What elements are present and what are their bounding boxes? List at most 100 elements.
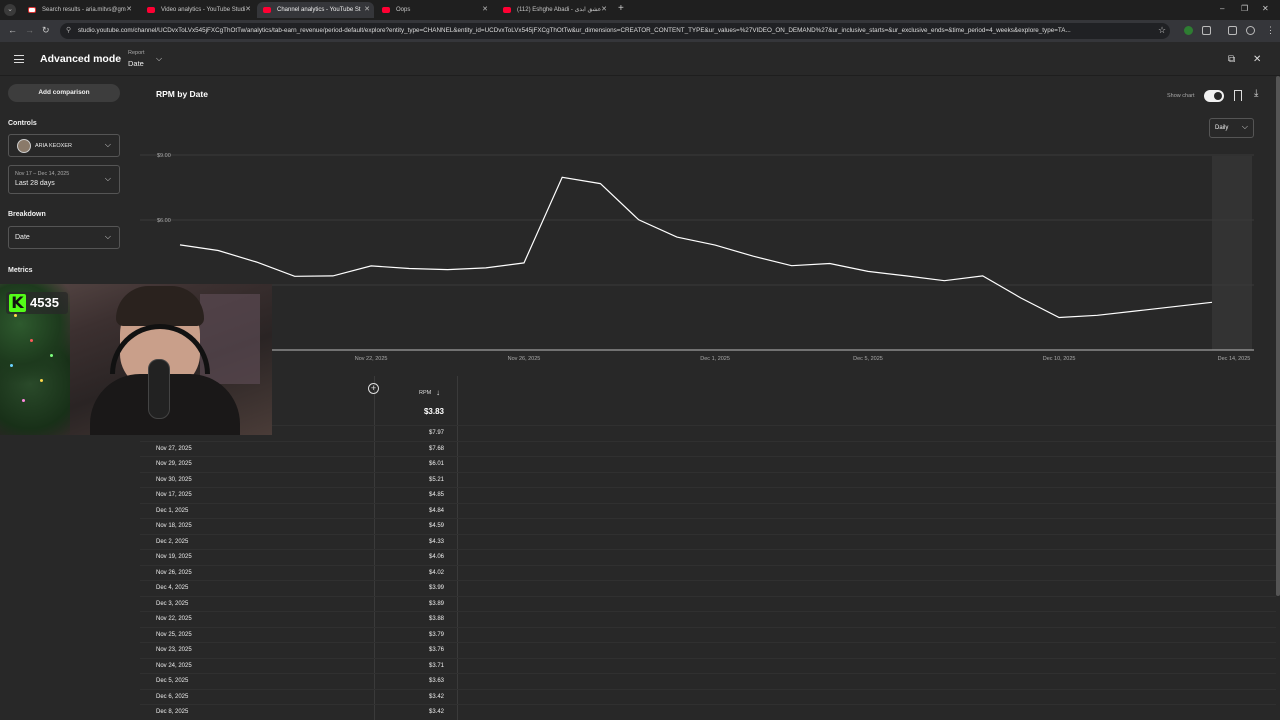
kick-logo-icon: K [9, 294, 26, 312]
table-row[interactable]: Dec 6, 2025 $3.42 [140, 688, 1276, 705]
row-rpm-value: $3.88 [428, 616, 444, 622]
table-row[interactable]: Nov 23, 2025 $3.76 [140, 642, 1276, 658]
feedback-icon[interactable]: ⧉ [1228, 54, 1235, 65]
row-rpm-value: $4.02 [428, 569, 444, 576]
restore-icon[interactable]: ❐ [1241, 4, 1248, 13]
close-icon[interactable]: ✕ [364, 2, 370, 18]
table-row[interactable]: Nov 19, 2025 $4.06 [140, 549, 1276, 565]
row-rpm-value: $4.06 [428, 554, 444, 560]
table-row[interactable]: Nov 25, 2025 $3.79 [140, 626, 1276, 643]
tab-oops[interactable]: Oops ✕ [376, 2, 492, 18]
chevron-down-icon: ⌵ [104, 140, 111, 149]
close-icon[interactable]: ✕ [1253, 54, 1261, 65]
profile-icon[interactable] [1246, 26, 1255, 35]
add-metric-icon[interactable]: + [368, 383, 379, 394]
close-icon[interactable]: ✕ [601, 2, 607, 18]
row-date: Dec 4, 2025 [156, 585, 189, 591]
table-row[interactable]: Dec 4, 2025 $3.99 [140, 580, 1276, 596]
row-date: Nov 25, 2025 [156, 631, 192, 638]
report-selector[interactable]: Date [128, 59, 144, 68]
window-close-icon[interactable]: ✕ [1262, 4, 1269, 13]
table-row[interactable]: Nov 26, 2025 $4.02 [140, 564, 1276, 581]
tab-video-analytics[interactable]: Video analytics - YouTube Studi ✕ [141, 2, 255, 18]
tab-eshghe-abadi[interactable]: (112) Eshghe Abadi - عشق ابدی ✕ [497, 2, 611, 18]
browser-address-bar: ← → ↻ ⚲ studio.youtube.com/channel/UCDvx… [0, 20, 1280, 42]
x-tick-label: Dec 14, 2025 [1218, 356, 1251, 362]
youtube-icon [147, 7, 155, 13]
minimize-icon[interactable]: – [1220, 4, 1224, 13]
table-row[interactable]: $7.97 [140, 425, 1276, 441]
viewer-count: 4535 [30, 295, 59, 310]
chevron-down-icon[interactable]: ⌵ [156, 54, 162, 64]
close-icon[interactable]: ✕ [126, 2, 132, 18]
site-info-icon[interactable]: ⚲ [66, 23, 71, 39]
tab-search-icon[interactable]: ⌄ [4, 4, 16, 16]
row-date: Nov 26, 2025 [156, 569, 192, 576]
add-comparison-button[interactable]: Add comparison [8, 84, 120, 102]
table-row[interactable]: Nov 29, 2025 $6.01 [140, 456, 1276, 472]
table-row[interactable]: Nov 22, 2025 $3.88 [140, 611, 1276, 627]
row-rpm-value: $3.42 [428, 693, 444, 700]
interval-selector[interactable]: Daily ⌵ [1209, 118, 1254, 138]
table-row[interactable]: Dec 8, 2025 $3.42 [140, 704, 1276, 720]
table-row[interactable]: Nov 24, 2025 $3.71 [140, 657, 1276, 674]
menu-icon[interactable] [14, 55, 24, 63]
avatar [17, 139, 31, 153]
extension-icon[interactable] [1184, 26, 1193, 35]
close-icon[interactable]: ✕ [245, 2, 251, 18]
channel-name: ARIA KEOXER [35, 143, 72, 149]
x-tick-label: Nov 26, 2025 [508, 356, 541, 362]
row-rpm-value: $7.97 [428, 430, 444, 436]
download-icon[interactable]: ⤓ [1254, 88, 1258, 99]
url-text: studio.youtube.com/channel/UCDvxToLVx545… [78, 27, 1071, 34]
tab-channel-analytics[interactable]: Channel analytics - YouTube St ✕ [257, 2, 374, 18]
row-rpm-value: $4.33 [428, 538, 444, 545]
kick-viewer-badge: K 4535 [6, 292, 68, 314]
table-row[interactable]: Nov 17, 2025 $4.85 [140, 487, 1276, 503]
tab-gmail[interactable]: Search results - aria.mitvs@gm ✕ [22, 2, 136, 18]
row-rpm-value: $3.63 [428, 678, 444, 684]
browser-tab-bar: ⌄ Search results - aria.mitvs@gm ✕ Video… [0, 0, 1280, 20]
streamer-hair [116, 286, 204, 326]
table-row[interactable]: Dec 1, 2025 $4.84 [140, 502, 1276, 519]
row-rpm-value: $3.71 [428, 662, 444, 669]
table-row[interactable]: Dec 2, 2025 $4.33 [140, 533, 1276, 550]
youtube-icon [382, 7, 390, 13]
tree-light [30, 339, 33, 342]
close-icon[interactable]: ✕ [482, 2, 488, 18]
row-rpm-value: $7.68 [428, 445, 444, 452]
table-row[interactable]: Dec 3, 2025 $3.89 [140, 595, 1276, 612]
forward-icon[interactable]: → [25, 25, 34, 35]
date-range-selector[interactable]: Nov 17 – Dec 14, 2025 Last 28 days ⌵ [8, 165, 120, 194]
bookmark-icon[interactable] [1234, 90, 1242, 101]
row-rpm-value: $4.59 [428, 523, 444, 529]
url-field[interactable]: ⚲ studio.youtube.com/channel/UCDvxToLVx5… [60, 23, 1170, 39]
chart-title: RPM by Date [156, 89, 208, 99]
browser-menu-icon[interactable]: ⋮ [1266, 25, 1275, 36]
extensions-puzzle-icon[interactable] [1202, 26, 1211, 35]
table-row[interactable]: Nov 30, 2025 $5.21 [140, 471, 1276, 488]
table-row[interactable]: Dec 5, 2025 $3.63 [140, 673, 1276, 689]
sort-arrow-down-icon[interactable]: ↓ [436, 388, 440, 397]
table-row[interactable]: Nov 27, 2025 $7.68 [140, 440, 1276, 457]
tab-title: Video analytics - YouTube Studi [161, 7, 246, 13]
x-tick-label: Dec 5, 2025 [853, 356, 883, 362]
x-tick-label: Nov 22, 2025 [355, 356, 388, 362]
row-rpm-value: $4.85 [428, 492, 444, 498]
channel-selector[interactable]: ARIA KEOXER ⌵ [8, 134, 120, 157]
metrics-heading: Metrics [8, 267, 33, 274]
cast-icon[interactable] [1228, 26, 1237, 35]
row-rpm-value: $3.42 [428, 709, 444, 715]
show-chart-toggle[interactable] [1204, 90, 1224, 102]
bookmark-star-icon[interactable]: ☆ [1158, 25, 1166, 36]
x-tick-label: Dec 10, 2025 [1043, 356, 1076, 362]
rpm-column-header[interactable]: RPM [419, 390, 431, 396]
reload-icon[interactable]: ↻ [42, 25, 50, 36]
tab-title: Search results - aria.mitvs@gm [42, 7, 126, 13]
back-icon[interactable]: ← [8, 25, 17, 35]
chevron-down-icon: ⌵ [104, 232, 111, 241]
scrollbar[interactable] [1276, 76, 1280, 596]
breakdown-selector[interactable]: Date ⌵ [8, 226, 120, 249]
new-tab-icon[interactable]: + [618, 3, 624, 14]
table-row[interactable]: Nov 18, 2025 $4.59 [140, 518, 1276, 534]
